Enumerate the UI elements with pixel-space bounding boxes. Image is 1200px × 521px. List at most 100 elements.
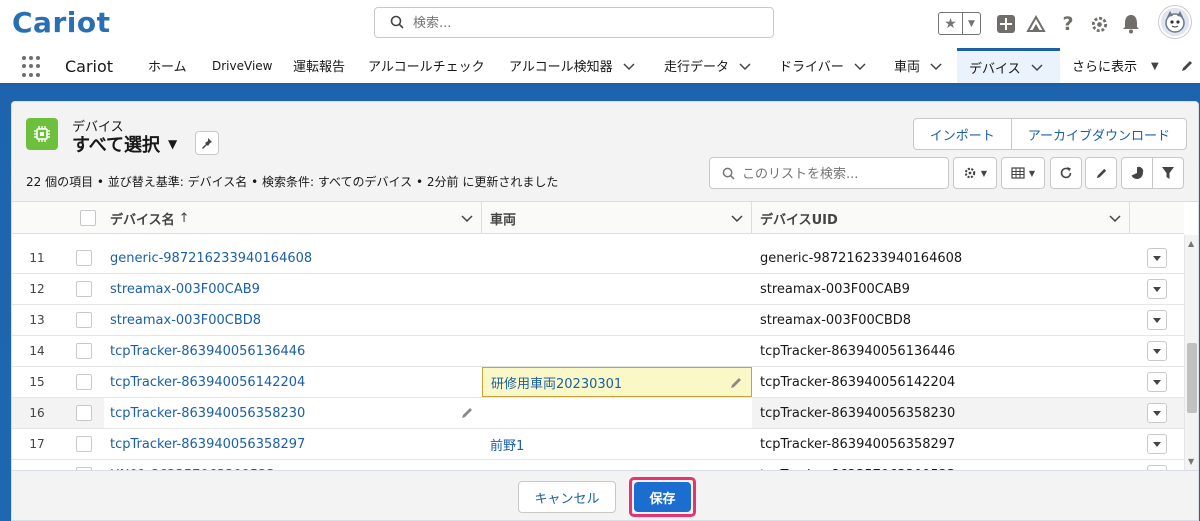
row-number-header <box>12 202 62 234</box>
chevron-down-icon[interactable] <box>623 60 635 72</box>
chevron-down-icon[interactable] <box>739 60 751 72</box>
chevron-down-icon[interactable] <box>461 212 473 224</box>
app-launcher-icon[interactable] <box>22 56 44 78</box>
row-action-menu-button[interactable] <box>1147 279 1167 299</box>
row-number: 17 <box>29 437 45 451</box>
row-action-menu-button[interactable] <box>1147 341 1167 361</box>
pin-list-button[interactable] <box>195 131 219 155</box>
row-action-menu-button[interactable] <box>1147 310 1167 330</box>
caret-down-icon: ▼ <box>980 168 988 178</box>
chevron-down-icon[interactable] <box>930 60 942 72</box>
chevron-down-icon[interactable] <box>1031 61 1043 73</box>
scroll-up-icon[interactable]: ▲ <box>1188 239 1194 248</box>
trailhead-icon[interactable] <box>1025 13 1047 35</box>
row-checkbox-cell <box>76 243 100 273</box>
column-header-device-name[interactable]: デバイス名 ↑ <box>104 202 482 234</box>
row-checkbox[interactable] <box>76 281 92 297</box>
pencil-icon[interactable] <box>460 406 474 420</box>
bell-icon[interactable] <box>1120 13 1142 35</box>
row-checkbox[interactable] <box>76 312 92 328</box>
table-scrollbar[interactable]: ▲ ▼ <box>1184 235 1198 470</box>
scrollbar-thumb[interactable] <box>1187 343 1197 413</box>
help-icon[interactable]: ? <box>1057 13 1079 35</box>
save-button[interactable]: 保存 <box>634 482 691 512</box>
device-name-link[interactable]: tcpTracker-863940056136446 <box>104 336 482 366</box>
list-settings-button[interactable]: ▼ <box>953 157 997 189</box>
vehicle-cell[interactable] <box>482 398 752 428</box>
nav-item-driveview[interactable]: DriveView <box>212 48 272 83</box>
row-action-menu-button[interactable] <box>1147 434 1167 454</box>
scroll-down-icon[interactable]: ▼ <box>1188 457 1194 466</box>
list-info-text: 22 個の項目 • 並び替え基準: デバイス名 • 検索条件: すべてのデバイス… <box>26 175 559 189</box>
list-search-input[interactable] <box>742 164 942 184</box>
list-view-name: すべて選択 <box>72 135 161 156</box>
device-name-link[interactable]: HN01-862357063309523 <box>104 460 482 471</box>
nav-item-alcohol-check[interactable]: アルコールチェック <box>368 48 485 83</box>
device-name-link[interactable]: tcpTracker-863940056142204 <box>104 367 482 397</box>
nav-item-alcohol-detector[interactable]: アルコール検知器 <box>509 48 635 83</box>
nav-item-driver[interactable]: ドライバー <box>779 48 866 83</box>
nav-item-device[interactable]: デバイス <box>957 48 1060 83</box>
row-actions-cell <box>1130 460 1184 470</box>
chevron-down-icon[interactable] <box>731 212 743 224</box>
device-name-link[interactable]: generic-987216233940164608 <box>104 243 482 273</box>
row-checkbox[interactable] <box>76 436 92 452</box>
device-uid-cell: tcpTracker-863940056142204 <box>760 374 956 390</box>
edit-nav-icon[interactable] <box>1178 57 1196 75</box>
row-checkbox[interactable] <box>76 374 92 390</box>
nav-item-trip-data[interactable]: 走行データ <box>664 48 751 83</box>
add-icon[interactable] <box>995 13 1017 35</box>
chevron-down-icon[interactable] <box>854 60 866 72</box>
filter-button[interactable] <box>1152 157 1184 189</box>
nav-item-home[interactable]: ホーム <box>148 48 187 83</box>
vehicle-cell[interactable] <box>482 336 752 366</box>
archive-download-button[interactable]: アーカイブダウンロード <box>1010 119 1186 149</box>
device-name-link[interactable]: tcpTracker-863940056358230 <box>104 398 482 428</box>
gear-icon[interactable] <box>1088 13 1110 35</box>
row-number: 16 <box>29 406 45 420</box>
charts-button[interactable] <box>1121 157 1153 189</box>
nav-item-more[interactable]: さらに表示 <box>1072 48 1137 83</box>
device-name-link[interactable]: tcpTracker-863940056358297 <box>104 429 482 459</box>
refresh-button[interactable] <box>1050 157 1082 189</box>
list-search[interactable] <box>709 157 949 189</box>
star-icon[interactable]: ★ <box>939 13 963 34</box>
cancel-button[interactable]: キャンセル <box>518 481 616 513</box>
vehicle-link[interactable]: 山本1 <box>482 460 752 471</box>
pencil-icon[interactable] <box>729 376 743 390</box>
user-avatar[interactable] <box>1159 6 1191 38</box>
row-checkbox[interactable] <box>76 250 92 266</box>
global-search-input[interactable] <box>413 13 763 33</box>
caret-down-icon[interactable]: ▼ <box>1151 61 1159 72</box>
nav-item-vehicle[interactable]: 車両 <box>894 48 942 83</box>
import-button[interactable]: インポート <box>914 119 1011 149</box>
row-action-menu-button[interactable] <box>1147 372 1167 392</box>
row-action-menu-button[interactable] <box>1147 248 1167 268</box>
row-checkbox[interactable] <box>76 405 92 421</box>
nav-item-drive-report[interactable]: 運転報告 <box>293 48 345 83</box>
device-name-link[interactable]: streamax-003F00CAB9 <box>104 274 482 304</box>
vehicle-cell[interactable] <box>482 243 752 273</box>
cariot-logo[interactable]: Cariot <box>12 6 110 39</box>
vehicle-cell[interactable] <box>482 305 752 335</box>
row-action-menu-button[interactable] <box>1147 403 1167 423</box>
select-all-checkbox[interactable] <box>80 210 96 226</box>
inline-edit-button[interactable] <box>1085 157 1117 189</box>
chevron-down-icon[interactable] <box>1109 212 1121 224</box>
caret-down-icon[interactable]: ▼ <box>168 137 177 151</box>
chevron-down-icon[interactable]: ▼ <box>963 13 980 34</box>
table-row: 12 streamax-003F00CAB9 streamax-003F00CA… <box>12 274 1184 305</box>
list-view-selector[interactable]: すべて選択 ▼ <box>72 131 177 157</box>
row-checkbox[interactable] <box>76 343 92 359</box>
column-header-device-uid[interactable]: デバイスUID <box>752 202 1130 234</box>
column-header-vehicle[interactable]: 車両 <box>482 202 752 234</box>
vehicle-cell[interactable] <box>482 274 752 304</box>
global-search[interactable] <box>374 7 774 38</box>
vehicle-link[interactable]: 前野1 <box>482 429 752 459</box>
row-number: 11 <box>29 251 45 265</box>
vehicle-cell-edited[interactable]: 研修用車両20230301 <box>482 367 752 397</box>
favorites-button-group[interactable]: ★ ▼ <box>938 12 981 35</box>
row-checkbox-cell <box>76 305 100 335</box>
display-as-button[interactable]: ▼ <box>1001 157 1045 189</box>
device-name-link[interactable]: streamax-003F00CBD8 <box>104 305 482 335</box>
